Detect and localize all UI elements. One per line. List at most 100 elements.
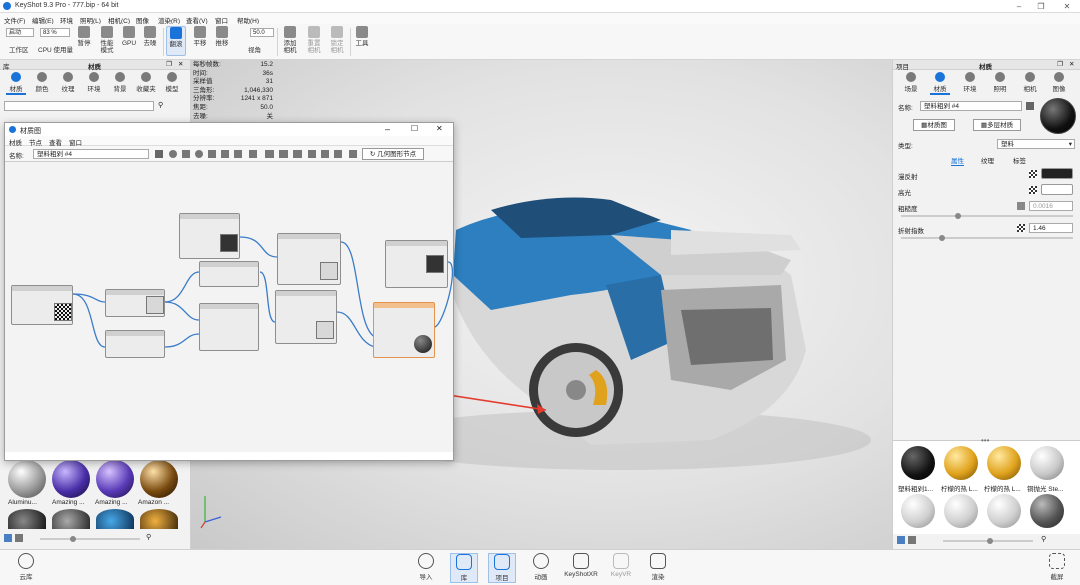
material-swatch[interactable] <box>52 509 90 529</box>
keyshotxr-button[interactable]: KeyShotXR <box>564 553 598 578</box>
ior-slider[interactable] <box>901 235 1073 241</box>
add-camera-button[interactable]: 添加相机 <box>280 26 300 54</box>
list-view-icon[interactable] <box>908 536 916 544</box>
roughness-input[interactable]: 0.0016 <box>1029 201 1073 211</box>
close-icon[interactable]: ✕ <box>1058 1 1076 12</box>
color-gradient-node[interactable] <box>199 261 259 287</box>
texture-map-icon[interactable] <box>1017 224 1025 232</box>
tab-environments[interactable]: 环境 <box>84 72 104 93</box>
tab-environment[interactable]: 环境 <box>960 72 980 93</box>
material-type-select[interactable]: 塑料 ▾ <box>997 139 1075 149</box>
material-thumb-gold-1[interactable] <box>944 446 978 480</box>
subtab-textures[interactable]: 纹理 <box>981 155 994 165</box>
tab-scene[interactable]: 场景 <box>901 72 921 93</box>
workspace-select[interactable]: 启动 <box>6 28 34 37</box>
texture-node[interactable] <box>179 213 240 259</box>
material-thumb[interactable] <box>1030 494 1064 528</box>
close-icon[interactable]: ✕ <box>178 60 183 68</box>
search-icon[interactable]: ⚲ <box>1041 535 1046 543</box>
slider-settings-icon[interactable] <box>1017 202 1025 210</box>
cloud-library-button[interactable]: 云库 <box>14 553 38 581</box>
material-graph-button[interactable]: ▦材质图 <box>913 119 955 131</box>
tab-textures[interactable]: 纹理 <box>58 72 78 93</box>
tools-button[interactable]: 工具 <box>353 26 371 47</box>
node-tool-icon[interactable] <box>308 150 316 158</box>
node-graph-canvas[interactable] <box>5 162 453 452</box>
thumbnail-size-slider[interactable] <box>943 538 1033 544</box>
tab-material[interactable]: 材质 <box>930 72 950 95</box>
material-thumb[interactable] <box>901 494 935 528</box>
library-button[interactable]: 库 <box>450 553 478 583</box>
library-search-input[interactable] <box>4 101 154 111</box>
material-swatch[interactable] <box>8 509 46 529</box>
animation-button[interactable]: 动画 <box>528 553 554 581</box>
material-name-input[interactable]: 塑料粗剁 #4 <box>920 101 1022 111</box>
screenshot-button[interactable]: 截屏 <box>1044 553 1070 581</box>
material-swatch-amazon[interactable] <box>140 460 178 498</box>
minimize-icon[interactable]: – <box>385 124 390 134</box>
material-node[interactable] <box>277 233 341 285</box>
slider-knob[interactable] <box>955 213 961 219</box>
tab-colors[interactable]: 颜色 <box>32 72 52 93</box>
texture-node[interactable] <box>385 240 448 288</box>
node-tool-icon[interactable] <box>195 150 203 158</box>
diffuse-color-swatch[interactable] <box>1041 168 1073 179</box>
material-swatch[interactable] <box>140 509 178 529</box>
node-tool-icon[interactable] <box>279 150 288 158</box>
node-tool-icon[interactable] <box>182 150 190 158</box>
project-button[interactable]: 项目 <box>488 553 516 583</box>
material-thumb[interactable] <box>987 494 1021 528</box>
color-adjust-node[interactable] <box>105 330 165 358</box>
list-view-icon[interactable] <box>15 534 23 542</box>
node-tool-icon[interactable] <box>349 150 357 158</box>
material-name-input[interactable]: 塑料粗剁 #4 <box>33 149 149 159</box>
tab-camera[interactable]: 相机 <box>1020 72 1040 93</box>
undock-icon[interactable]: ❐ <box>166 60 172 68</box>
drag-handle-icon[interactable]: ••• <box>981 436 989 445</box>
subtab-properties[interactable]: 属性 <box>951 155 964 166</box>
mix-node[interactable] <box>199 303 259 351</box>
save-icon[interactable] <box>155 150 163 158</box>
save-icon[interactable] <box>1026 102 1034 110</box>
material-thumb-steel[interactable] <box>1030 446 1064 480</box>
minimize-icon[interactable]: – <box>1010 1 1028 12</box>
material-node[interactable] <box>275 290 337 344</box>
render-button[interactable]: 渲染 <box>645 553 671 581</box>
slider-knob[interactable] <box>939 235 945 241</box>
restore-icon[interactable]: ❐ <box>1032 1 1050 12</box>
geometry-node-button[interactable]: ↻ 几何图形节点 <box>362 148 424 160</box>
search-icon[interactable]: ⚲ <box>158 101 163 109</box>
material-swatch-aluminum[interactable] <box>8 460 46 498</box>
fov-input[interactable]: 50.0 <box>250 28 274 37</box>
cpu-usage-select[interactable]: 83 % <box>40 28 70 37</box>
ior-input[interactable]: 1.46 <box>1029 223 1073 233</box>
texture-map-icon[interactable] <box>1029 170 1037 178</box>
delete-icon[interactable] <box>249 150 257 158</box>
dolly-button[interactable]: 推移 <box>213 26 231 47</box>
node-tool-icon[interactable] <box>208 150 216 158</box>
slider-knob[interactable] <box>70 536 76 542</box>
roughness-slider[interactable] <box>901 213 1073 219</box>
tab-lighting[interactable]: 照明 <box>990 72 1010 93</box>
close-icon[interactable]: ✕ <box>1069 60 1074 68</box>
denoise-button[interactable]: 去噪 <box>141 26 159 47</box>
material-swatch[interactable] <box>96 509 134 529</box>
gpu-button[interactable]: GPU <box>121 26 137 47</box>
import-button[interactable]: 导入 <box>414 553 438 581</box>
tab-backgrounds[interactable]: 背景 <box>110 72 130 93</box>
grid-view-icon[interactable] <box>4 534 12 542</box>
grid-view-icon[interactable] <box>897 536 905 544</box>
fit-view-icon[interactable] <box>321 150 329 158</box>
tab-image[interactable]: 图像 <box>1049 72 1069 93</box>
performance-mode-button[interactable]: 性能模式 <box>96 26 118 54</box>
tab-favorites[interactable]: 收藏夹 <box>134 72 158 93</box>
material-thumb-plastic[interactable] <box>901 446 935 480</box>
material-thumb[interactable] <box>944 494 978 528</box>
material-thumb-gold-2[interactable] <box>987 446 1021 480</box>
node-tool-icon[interactable] <box>334 150 342 158</box>
node-tool-icon[interactable] <box>293 150 302 158</box>
tumble-button[interactable]: 翻滚 <box>166 26 186 56</box>
lock-camera-button[interactable]: 锁定相机 <box>327 26 347 54</box>
tab-models[interactable]: 模型 <box>162 72 182 93</box>
maximize-icon[interactable]: ☐ <box>411 124 418 133</box>
